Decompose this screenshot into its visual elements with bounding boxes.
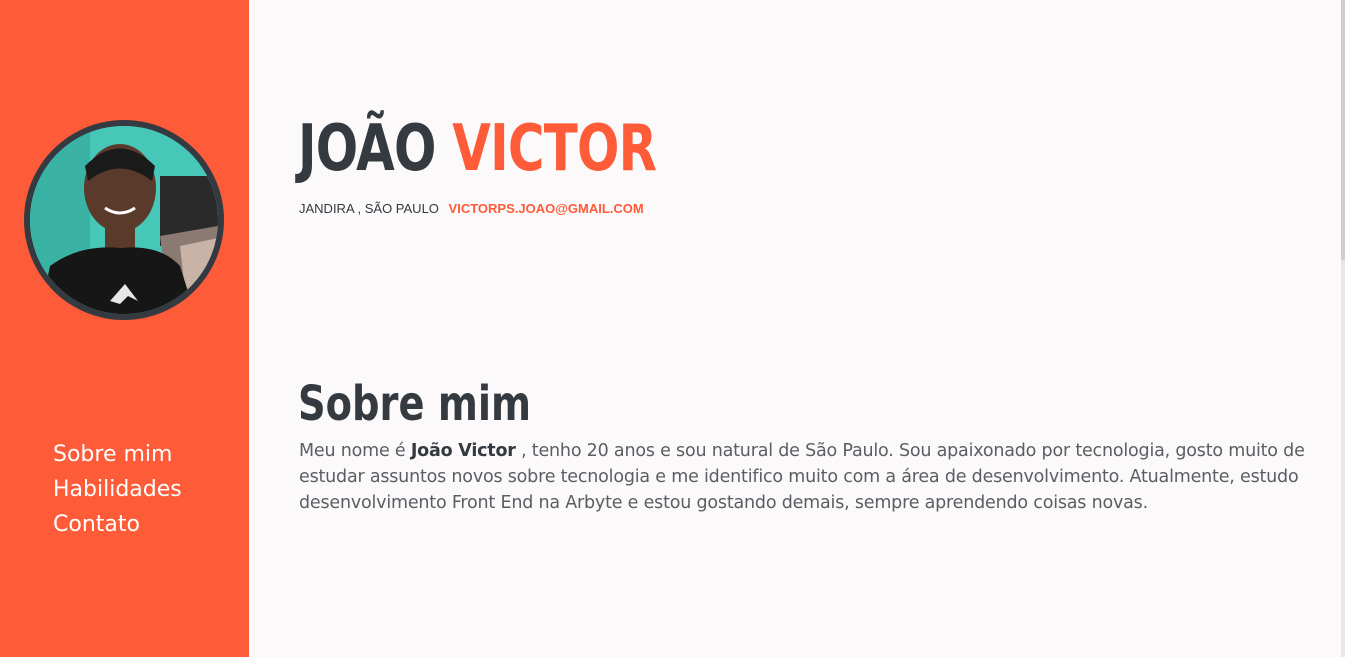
location-text: JANDIRA , SÃO PAULO <box>299 201 439 216</box>
about-section-title: Sobre mim <box>298 376 532 432</box>
page-scrollbar[interactable] <box>1341 0 1345 657</box>
avatar <box>30 126 218 314</box>
nav-item-habilidades[interactable]: Habilidades <box>53 472 182 507</box>
about-paragraph: Meu nome é João Victor , tenho 20 anos e… <box>299 438 1324 516</box>
scrollbar-thumb[interactable] <box>1341 0 1345 260</box>
about-highlight-name: João Victor <box>410 441 516 461</box>
first-name: JOÃO <box>298 112 436 186</box>
page: Sobre mim Habilidades Contato JOÃO VICTO… <box>0 0 1345 657</box>
avatar-photo <box>30 126 218 314</box>
about-text-intro: Meu nome é <box>299 441 411 461</box>
email-link[interactable]: VICTORPS.JOAO@GMAIL.COM <box>449 201 644 216</box>
nav-item-contato[interactable]: Contato <box>53 507 182 542</box>
last-name: VICTOR <box>452 112 657 186</box>
page-title: JOÃO VICTOR <box>298 110 657 188</box>
main-content <box>249 0 1345 657</box>
sidebar-nav: Sobre mim Habilidades Contato <box>53 437 182 542</box>
avatar-frame <box>24 120 224 320</box>
sidebar: Sobre mim Habilidades Contato <box>0 0 249 657</box>
contact-line: JANDIRA , SÃO PAULO VICTORPS.JOAO@GMAIL.… <box>299 201 644 217</box>
nav-item-sobre-mim[interactable]: Sobre mim <box>53 437 182 472</box>
